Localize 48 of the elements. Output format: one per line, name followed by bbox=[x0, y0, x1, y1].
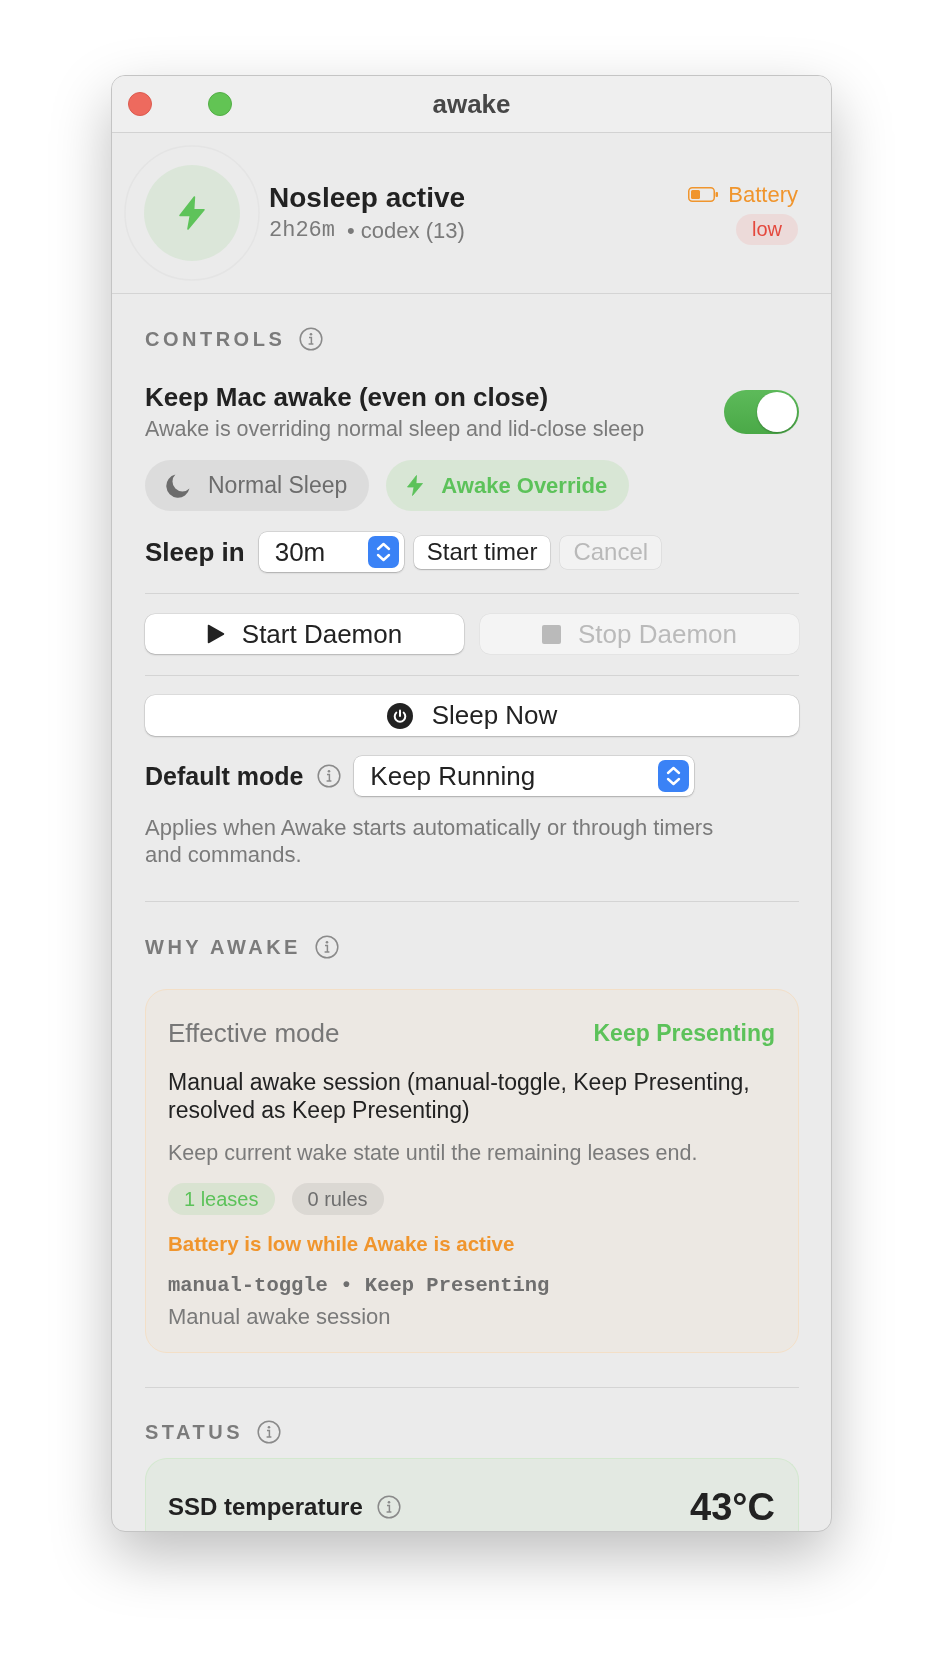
toggle-label: Keep Mac awake (even on close) bbox=[145, 382, 550, 412]
stop-icon bbox=[542, 624, 561, 644]
duration-text: 2h26m bbox=[269, 217, 335, 245]
effective-mode-label: Effective mode bbox=[168, 1018, 340, 1048]
play-icon bbox=[206, 624, 225, 644]
battery-status-badge: low bbox=[736, 213, 798, 245]
note-text: Keep current wake state until the remaining leases end. bbox=[168, 1140, 699, 1166]
duration-select[interactable]: 30m bbox=[258, 532, 404, 572]
toggle-description: Awake is overriding normal sleep and lid-close sleep bbox=[145, 416, 645, 442]
info-icon[interactable] bbox=[314, 935, 339, 959]
mode-button[interactable]: Normal Sleep bbox=[145, 460, 370, 511]
session-text: • codex (13) bbox=[347, 217, 465, 245]
toggle-switch[interactable] bbox=[724, 390, 799, 434]
section-heading: WHY AWAKE bbox=[145, 935, 301, 959]
bolt-icon bbox=[407, 475, 424, 496]
info-icon[interactable] bbox=[257, 1420, 282, 1444]
default-mode-label: Default mode bbox=[145, 761, 304, 791]
bolt-icon bbox=[124, 145, 260, 281]
moon-icon bbox=[166, 473, 190, 498]
info-icon[interactable] bbox=[317, 764, 342, 788]
mode-select[interactable]: Keep Running bbox=[354, 756, 695, 796]
temperature-value: 43°C bbox=[690, 1485, 775, 1529]
temperature-label: SSD temperature bbox=[168, 1493, 363, 1521]
zoom-button[interactable] bbox=[208, 92, 232, 116]
count-tag: 0 rules bbox=[291, 1183, 384, 1215]
reason-text: Manual awake session (manual-toggle, Keep Presenting, resolved as Keep Presenting) bbox=[168, 1068, 751, 1124]
sleep-now-button[interactable]: Sleep Now bbox=[145, 695, 799, 736]
section-heading: CONTROLS bbox=[145, 327, 286, 351]
window-title: awake bbox=[432, 88, 511, 120]
source-text: manual-toggle • Keep Presenting bbox=[168, 1273, 551, 1299]
info-icon[interactable] bbox=[299, 327, 324, 351]
power-icon bbox=[386, 702, 413, 729]
timer-label: Sleep in bbox=[145, 536, 245, 568]
battery-icon bbox=[688, 187, 719, 202]
power-source-text: Battery bbox=[728, 181, 798, 208]
stepper-icon bbox=[367, 536, 399, 568]
count-tag: 1 leases bbox=[168, 1183, 275, 1215]
source-description: Manual awake session bbox=[168, 1304, 392, 1330]
section-heading: STATUS bbox=[145, 1420, 244, 1444]
daemon-button[interactable]: Start Daemon bbox=[145, 614, 464, 654]
effective-mode-value: Keep Presenting bbox=[593, 1019, 775, 1048]
status-title: Nosleep active bbox=[269, 181, 467, 215]
warning-text: Battery is low while Awake is active bbox=[168, 1232, 516, 1256]
close-button[interactable] bbox=[128, 92, 152, 116]
start-timer-button[interactable]: Start timer bbox=[413, 535, 551, 569]
info-icon[interactable] bbox=[376, 1495, 401, 1519]
hint-text: Applies when Awake starts automatically or through timers and commands. bbox=[145, 814, 715, 868]
stepper-icon bbox=[658, 760, 690, 792]
